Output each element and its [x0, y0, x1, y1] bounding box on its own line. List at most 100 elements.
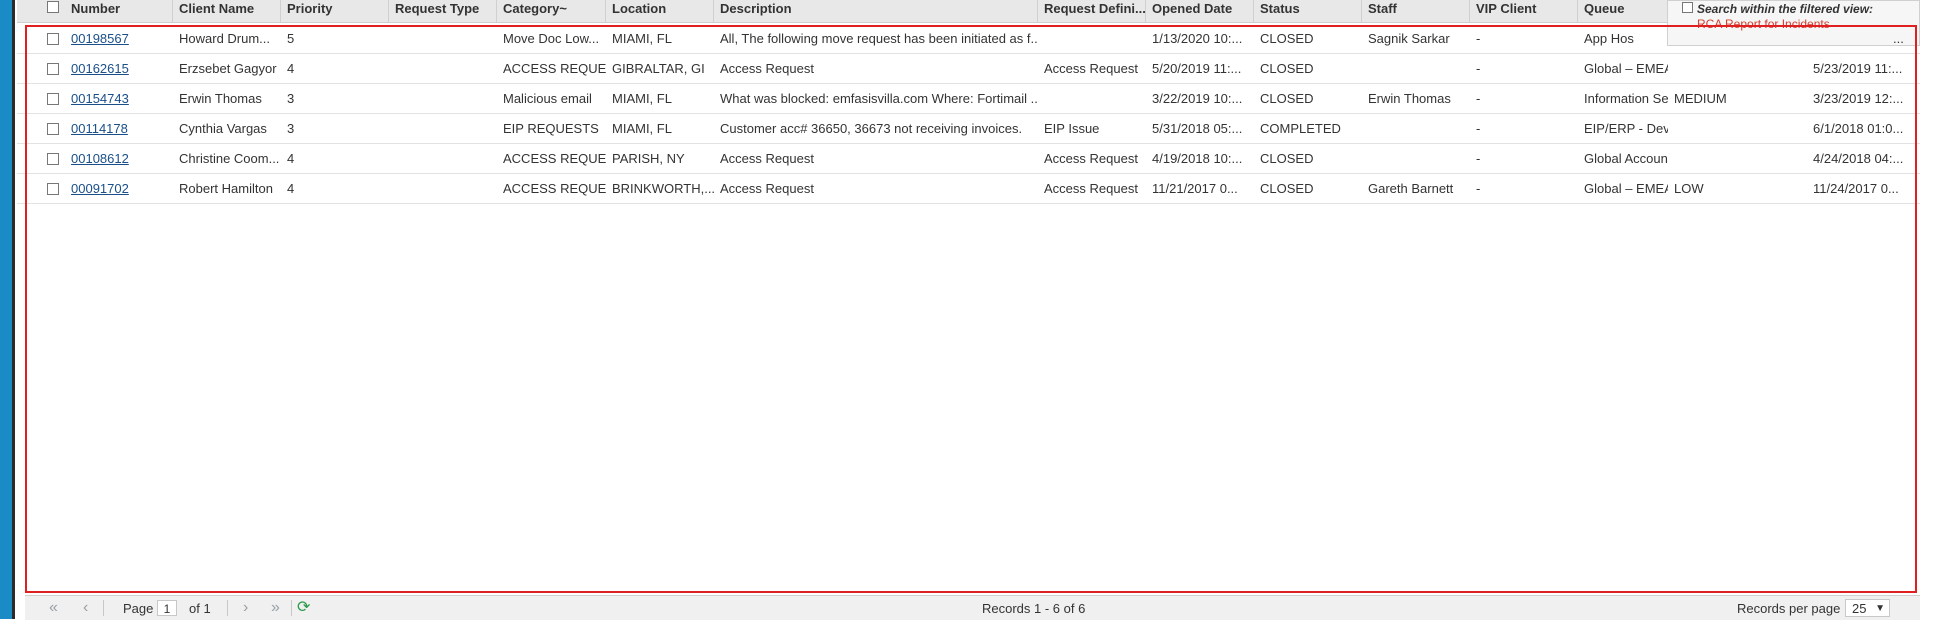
column-header-location[interactable]: Location: [606, 0, 714, 22]
location-cell: GIBRALTAR, GI: [612, 61, 705, 76]
closed-date-cell: 6/1/2018 01:0...: [1813, 121, 1904, 136]
client-name-cell: Christine Coom...: [179, 151, 280, 166]
priority-level-cell: [1668, 144, 1776, 174]
category-cell: ACCESS REQUE...: [503, 181, 606, 196]
records-count-text: Records 1 - 6 of 6: [982, 601, 1086, 616]
record-number-link[interactable]: 00162615: [65, 54, 173, 84]
description-cell: Customer acc# 36650, 36673 not receiving…: [720, 121, 1023, 136]
record-number-link[interactable]: 00091702: [65, 174, 173, 204]
vip-client-cell: -: [1476, 121, 1481, 136]
priority-cell: 4: [287, 181, 295, 196]
table-row[interactable]: 00154743 Erwin Thomas 3 Malicious email …: [17, 84, 1920, 114]
status-cell: CLOSED: [1260, 151, 1314, 166]
records-per-page-label: Records per page: [1737, 601, 1841, 616]
search-filtered-view-checkbox[interactable]: [1682, 2, 1693, 13]
row-checkbox[interactable]: [47, 153, 59, 165]
vip-client-cell: -: [1476, 151, 1481, 166]
location-cell: MIAMI, FL: [612, 91, 672, 106]
column-header-staff[interactable]: Staff: [1362, 0, 1470, 22]
request-type-cell: [389, 84, 497, 114]
column-header-description[interactable]: Description: [714, 0, 1038, 22]
status-cell: CLOSED: [1260, 31, 1314, 46]
status-cell: CLOSED: [1260, 181, 1314, 196]
row-checkbox[interactable]: [47, 123, 59, 135]
table-row[interactable]: 00091702 Robert Hamilton 4 ACCESS REQUE.…: [17, 174, 1920, 204]
left-accent-bar: [0, 0, 12, 619]
page-count-label: of 1: [189, 601, 211, 616]
column-header-opened-date[interactable]: Opened Date: [1146, 0, 1254, 22]
record-number-link[interactable]: 00114178: [65, 114, 173, 144]
staff-cell: [1362, 54, 1470, 84]
description-cell: Access Request: [720, 181, 814, 196]
closed-date-cell: 5/23/2019 11:...: [1813, 61, 1903, 76]
request-type-cell: [389, 144, 497, 174]
staff-cell: Sagnik Sarkar: [1368, 31, 1450, 46]
request-type-cell: [389, 54, 497, 84]
pagination-divider: [103, 600, 104, 616]
column-header-category[interactable]: Category~: [497, 0, 606, 22]
pagination-divider: [291, 600, 292, 616]
record-number-link[interactable]: 00198567: [65, 24, 173, 54]
column-header-number[interactable]: Number: [65, 0, 173, 22]
row-checkbox[interactable]: [47, 63, 59, 75]
queue-cell: App Hos: [1584, 31, 1634, 46]
page-number-input[interactable]: 1: [157, 600, 177, 616]
records-grid: Number Client Name Priority Request Type…: [17, 0, 1920, 619]
location-cell: MIAMI, FL: [612, 31, 672, 46]
record-number-link[interactable]: 00108612: [65, 144, 173, 174]
vip-client-cell: -: [1476, 181, 1481, 196]
category-cell: Move Doc Low...: [503, 31, 600, 46]
priority-cell: 4: [287, 151, 295, 166]
opened-date-cell: 1/13/2020 10:...: [1152, 31, 1243, 46]
location-cell: MIAMI, FL: [612, 121, 672, 136]
request-type-cell: [389, 174, 497, 204]
refresh-icon[interactable]: ⟳: [297, 599, 310, 617]
record-number-link[interactable]: 00154743: [65, 84, 173, 114]
location-cell: BRINKWORTH,...: [612, 181, 714, 196]
records-per-page-value: 25: [1852, 601, 1867, 616]
category-cell: Malicious email: [503, 91, 592, 106]
grid-header: Number Client Name Priority Request Type…: [17, 0, 1920, 23]
records-per-page-select[interactable]: 25 ▼: [1845, 599, 1890, 617]
last-page-icon[interactable]: »: [271, 599, 280, 617]
client-name-cell: Howard Drum...: [179, 31, 271, 46]
select-all-checkbox[interactable]: [47, 1, 59, 13]
client-name-cell: Erwin Thomas: [179, 91, 262, 106]
status-cell: CLOSED: [1260, 91, 1314, 106]
row-checkbox[interactable]: [47, 93, 59, 105]
table-row[interactable]: 00114178 Cynthia Vargas 3 EIP REQUESTS M…: [17, 114, 1920, 144]
opened-date-cell: 3/22/2019 10:...: [1152, 91, 1243, 106]
column-header-request-definition[interactable]: Request Defini...: [1038, 0, 1146, 22]
first-page-icon[interactable]: «: [49, 599, 58, 617]
column-header-status[interactable]: Status: [1254, 0, 1362, 22]
queue-cell: Global – EMEA ...: [1584, 61, 1668, 76]
next-page-icon[interactable]: ›: [243, 599, 248, 617]
priority-cell: 3: [287, 91, 295, 106]
client-name-cell: Erzsebet Gagyor: [179, 61, 277, 76]
column-header-priority[interactable]: Priority: [281, 0, 389, 22]
staff-cell: Erwin Thomas: [1368, 91, 1451, 106]
table-row[interactable]: 00108612 Christine Coom... 4 ACCESS REQU…: [17, 144, 1920, 174]
opened-date-cell: 5/31/2018 05:...: [1152, 121, 1243, 136]
queue-cell: Global – EMEA ...: [1584, 181, 1668, 196]
request-definition-cell: [1038, 84, 1146, 114]
client-name-cell: Robert Hamilton: [179, 181, 273, 196]
column-header-request-type[interactable]: Request Type: [389, 0, 497, 22]
truncated-cell: ...: [1893, 31, 1904, 46]
column-header-queue[interactable]: Queue: [1578, 0, 1668, 22]
row-checkbox[interactable]: [47, 33, 59, 45]
previous-page-icon[interactable]: ‹: [83, 599, 88, 617]
row-checkbox[interactable]: [47, 183, 59, 195]
queue-cell: EIP/ERP - Deve...: [1584, 121, 1668, 136]
priority-level-cell: [1668, 24, 1776, 54]
opened-date-cell: 4/19/2018 10:...: [1152, 151, 1243, 166]
chevron-down-icon: ▼: [1875, 603, 1885, 614]
table-row[interactable]: 00198567 Howard Drum... 5 Move Doc Low..…: [17, 24, 1920, 54]
table-row[interactable]: 00162615 Erzsebet Gagyor 4 ACCESS REQUE.…: [17, 54, 1920, 84]
pagination-divider: [227, 600, 228, 616]
vip-client-cell: -: [1476, 61, 1481, 76]
priority-level-cell: MEDIUM: [1674, 91, 1727, 106]
column-header-vip-client[interactable]: VIP Client: [1470, 0, 1578, 22]
column-header-client-name[interactable]: Client Name: [173, 0, 281, 22]
staff-cell: [1362, 144, 1470, 174]
